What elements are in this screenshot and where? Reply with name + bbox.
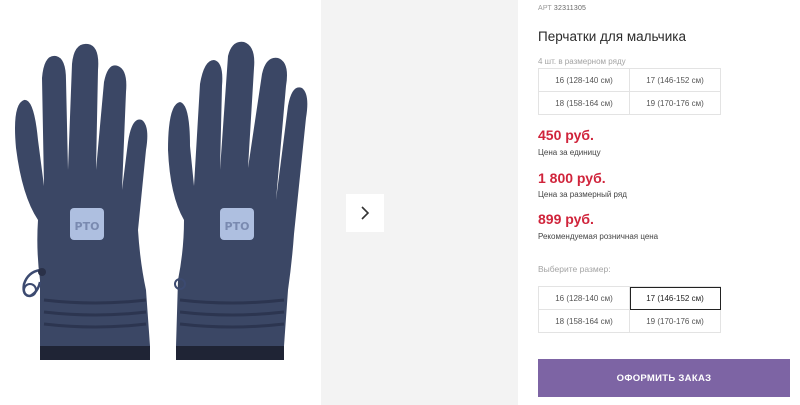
series-size-note: 4 шт. в размерном ряду xyxy=(538,57,626,66)
product-title: Перчатки для мальчика xyxy=(538,29,686,44)
product-gallery: PTO PTO xyxy=(0,0,518,405)
right-glove: PTO xyxy=(168,41,308,360)
gallery-next-button[interactable] xyxy=(346,194,384,232)
size-option-16[interactable]: 16 (128-140 см) xyxy=(538,286,630,310)
article-value: 32311305 xyxy=(553,5,587,12)
chevron-right-icon xyxy=(361,206,370,220)
retail-price: 899 руб. xyxy=(538,211,594,227)
product-page: PTO PTO АРТ 32311305 Перчатки для мальчи… xyxy=(0,0,800,405)
retail-price-caption: Рекомендуемая розничная цена xyxy=(538,232,659,241)
series-size-cell: 16 (128-140 см) xyxy=(538,68,630,92)
size-option-17-selected[interactable]: 17 (146-152 см) xyxy=(629,286,721,310)
series-price-caption: Цена за размерный ряд xyxy=(538,190,627,199)
left-glove: PTO xyxy=(15,43,150,360)
unit-price: 450 руб. xyxy=(538,127,594,143)
gloves-image: PTO PTO xyxy=(15,41,308,360)
svg-text:PTO: PTO xyxy=(225,220,250,233)
series-size-table: 16 (128-140 см) 17 (146-152 см) 18 (158-… xyxy=(538,68,721,115)
series-size-cell: 19 (170-176 см) xyxy=(629,91,721,115)
choose-size-label: Выберите размер: xyxy=(538,264,611,274)
size-option-18[interactable]: 18 (158-164 см) xyxy=(538,309,630,333)
svg-text:PTO: PTO xyxy=(75,220,100,233)
place-order-button[interactable]: ОФОРМИТЬ ЗАКАЗ xyxy=(538,359,790,397)
product-photo: PTO PTO xyxy=(0,0,320,405)
article-label: АРТ xyxy=(538,5,552,12)
unit-price-caption: Цена за единицу xyxy=(538,148,601,157)
series-size-cell: 18 (158-164 см) xyxy=(538,91,630,115)
series-size-cell: 17 (146-152 см) xyxy=(629,68,721,92)
size-option-19[interactable]: 19 (170-176 см) xyxy=(629,309,721,333)
article-number: АРТ 32311305 xyxy=(538,5,586,12)
size-selector: 16 (128-140 см) 17 (146-152 см) 18 (158-… xyxy=(538,286,721,333)
series-price: 1 800 руб. xyxy=(538,170,606,186)
product-info-panel: АРТ 32311305 Перчатки для мальчика 4 шт. … xyxy=(538,0,800,405)
